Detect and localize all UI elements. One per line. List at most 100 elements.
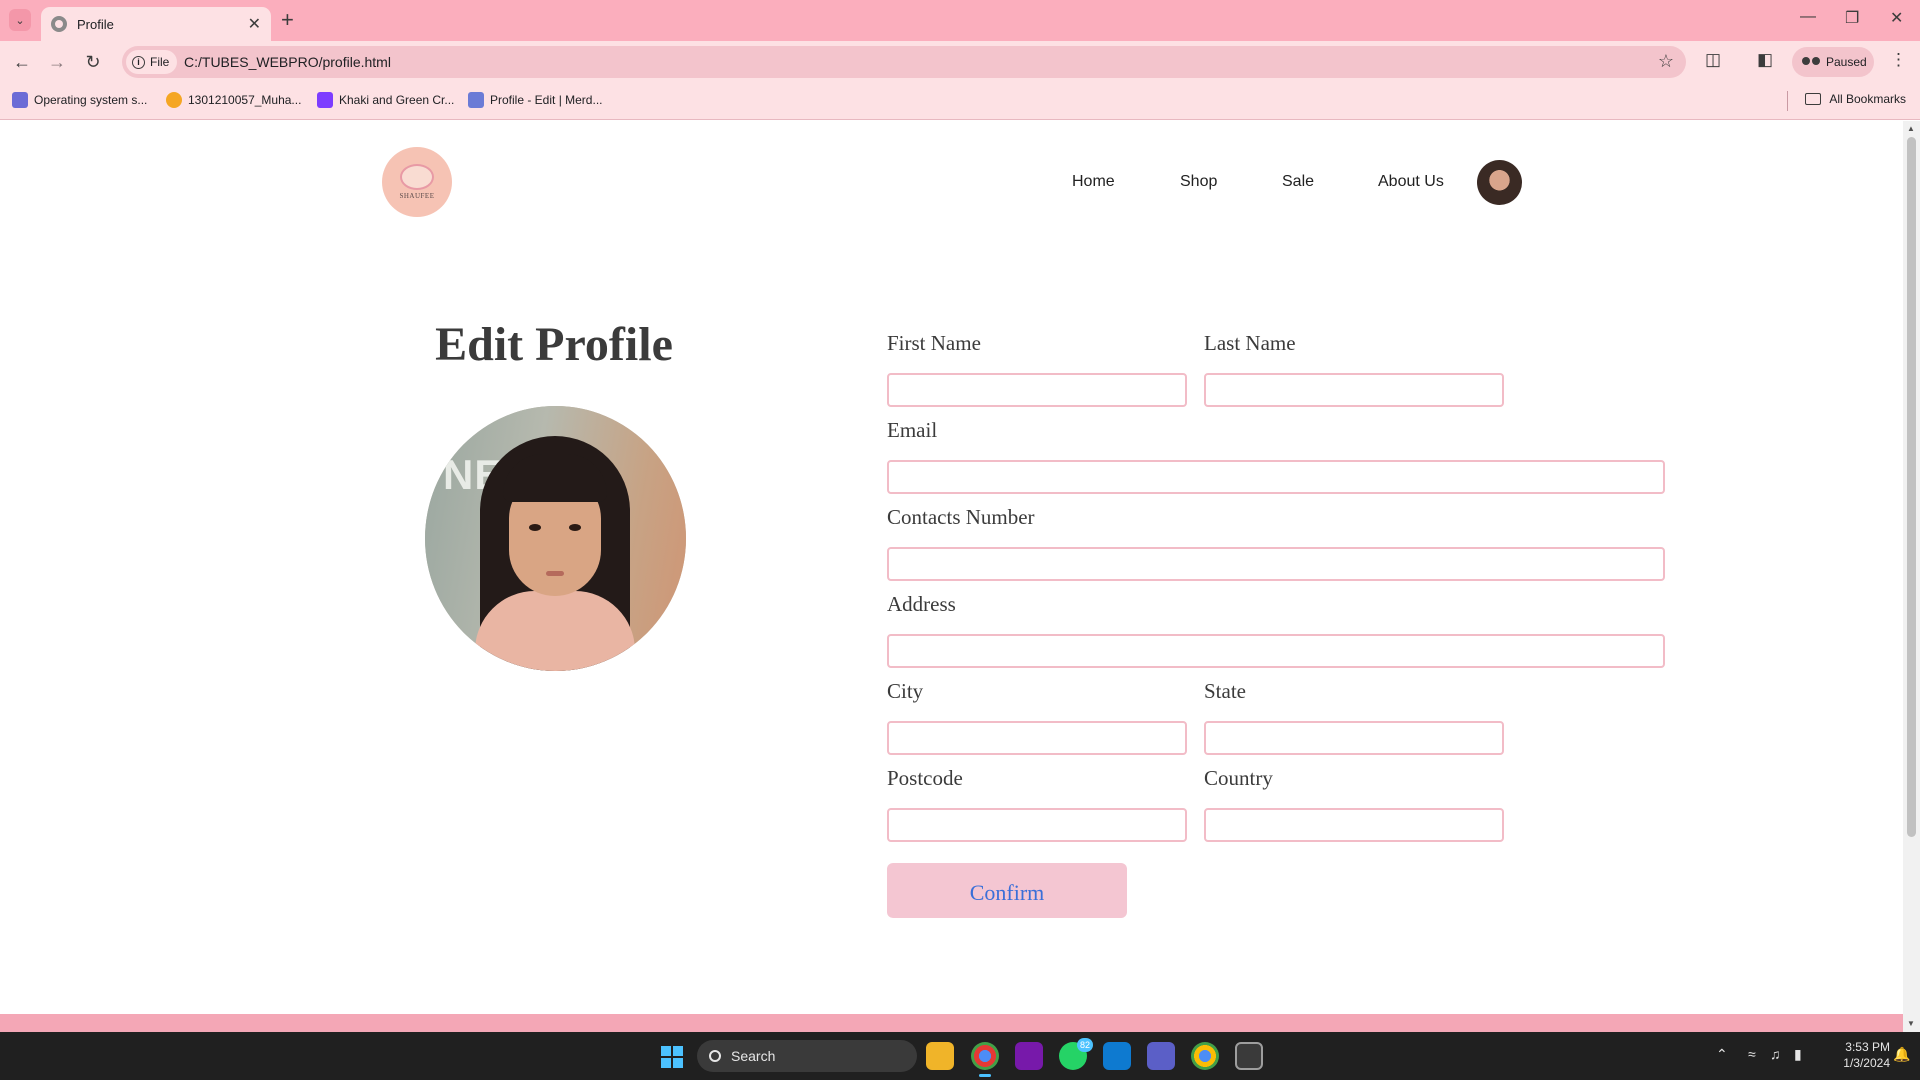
page-title: Edit Profile <box>435 318 673 371</box>
windows-taskbar: Search 82 ⌃ ≈ ♫ ▮ 3:53 PM 1/3/2024 🔔 <box>0 1032 1920 1080</box>
user-avatar[interactable] <box>1477 160 1522 205</box>
page-scrollbar[interactable]: ▲ ▼ <box>1903 121 1920 1032</box>
whatsapp-icon[interactable]: 82 <box>1059 1038 1093 1070</box>
first-name-label: First Name <box>887 331 981 355</box>
side-panel-icon[interactable]: ◧ <box>1757 50 1773 70</box>
profile-button[interactable]: Paused <box>1792 47 1874 77</box>
chrome-profile-icon[interactable] <box>1191 1042 1219 1070</box>
bookmarks-divider <box>1787 91 1788 111</box>
site-logo[interactable]: SHAUFEE <box>382 147 452 217</box>
email-label: Email <box>887 418 938 442</box>
browser-tab-bar: ⌄ Profile ✕ + — ❐ ✕ <box>0 0 1920 41</box>
bookmark-label: Operating system s... <box>34 93 148 107</box>
bookmark-item[interactable]: Profile - Edit | Merd... <box>468 92 602 108</box>
minimize-icon[interactable]: — <box>1800 8 1816 26</box>
browser-tab-profile[interactable]: Profile ✕ <box>41 7 271 41</box>
last-name-label: Last Name <box>1204 331 1296 355</box>
extensions-icon[interactable]: ◫ <box>1705 50 1721 70</box>
folder-icon <box>1805 93 1822 105</box>
bookmark-label: Profile - Edit | Merd... <box>490 93 603 107</box>
restore-icon[interactable]: ❐ <box>1845 8 1859 28</box>
country-label: Country <box>1204 766 1273 790</box>
url-text[interactable]: C:/TUBES_WEBPRO/profile.html <box>184 54 391 70</box>
clock-date: 1/3/2024 <box>1843 1056 1890 1070</box>
site-info-label: File <box>150 55 170 69</box>
back-icon[interactable]: ← <box>10 50 34 74</box>
teams-icon[interactable] <box>1147 1042 1175 1070</box>
tab-title: Profile <box>77 16 114 32</box>
onenote-icon[interactable] <box>1015 1042 1043 1070</box>
address-label: Address <box>887 592 956 616</box>
globe-icon <box>51 16 67 32</box>
search-icon <box>709 1050 721 1062</box>
all-bookmarks-label: All Bookmarks <box>1829 92 1906 106</box>
calculator-icon[interactable] <box>1235 1042 1263 1070</box>
footer-band <box>0 1014 1903 1032</box>
notification-bell-icon[interactable]: 🔔 <box>1893 1046 1910 1063</box>
bookmark-favicon-icon <box>317 92 333 108</box>
bookmark-item[interactable]: Khaki and Green Cr... <box>317 92 454 108</box>
address-input[interactable] <box>887 634 1665 668</box>
contacts-number-input[interactable] <box>887 547 1665 581</box>
tab-search-button[interactable]: ⌄ <box>9 9 31 31</box>
tray-overflow-icon[interactable]: ⌃ <box>1716 1046 1728 1063</box>
last-name-input[interactable] <box>1204 373 1504 407</box>
logo-text: SHAUFEE <box>399 192 435 200</box>
reload-icon[interactable]: ↻ <box>81 50 105 74</box>
contacts-number-label: Contacts Number <box>887 505 1035 529</box>
battery-icon[interactable]: ▮ <box>1794 1046 1802 1063</box>
wifi-icon[interactable]: ≈ <box>1748 1046 1756 1062</box>
page-viewport: SHAUFEE Home Shop Sale About Us Edit Pro… <box>0 121 1903 1032</box>
email-input[interactable] <box>887 460 1665 494</box>
whatsapp-badge: 82 <box>1077 1038 1093 1052</box>
bookmark-label: 1301210057_Muha... <box>188 93 302 107</box>
info-icon: i <box>132 55 145 69</box>
bookmarks-bar: Operating system s... 1301210057_Muha...… <box>0 83 1920 120</box>
forward-icon[interactable]: → <box>45 50 69 74</box>
postcode-input[interactable] <box>887 808 1187 842</box>
bookmark-item[interactable]: 1301210057_Muha... <box>166 92 301 108</box>
nav-home[interactable]: Home <box>1072 173 1115 191</box>
new-tab-button[interactable]: + <box>281 8 294 32</box>
volume-icon[interactable]: ♫ <box>1770 1046 1781 1062</box>
bookmark-label: Khaki and Green Cr... <box>339 93 455 107</box>
first-name-input[interactable] <box>887 373 1187 407</box>
confirm-button[interactable]: Confirm <box>887 863 1127 918</box>
bookmark-star-icon[interactable]: ☆ <box>1658 51 1674 72</box>
file-explorer-icon[interactable] <box>926 1042 954 1070</box>
address-bar[interactable]: i File C:/TUBES_WEBPRO/profile.html ☆ <box>122 46 1686 78</box>
city-input[interactable] <box>887 721 1187 755</box>
close-tab-icon[interactable]: ✕ <box>248 14 261 34</box>
chevron-down-icon: ⌄ <box>15 14 25 27</box>
nav-sale[interactable]: Sale <box>1282 173 1314 191</box>
postcode-label: Postcode <box>887 766 963 790</box>
taskbar-search-label: Search <box>731 1048 776 1064</box>
close-window-icon[interactable]: ✕ <box>1890 8 1903 28</box>
clock-time: 3:53 PM <box>1845 1040 1890 1054</box>
country-input[interactable] <box>1204 808 1504 842</box>
taskbar-clock[interactable]: 3:53 PM 1/3/2024 <box>1820 1039 1890 1071</box>
chrome-icon[interactable] <box>971 1042 999 1077</box>
profile-status: Paused <box>1826 55 1867 69</box>
profile-eyes-icon <box>1802 57 1820 67</box>
kebab-menu-icon[interactable]: ⋮ <box>1890 50 1907 70</box>
scroll-thumb[interactable] <box>1907 137 1916 837</box>
bookmark-item[interactable]: Operating system s... <box>12 92 147 108</box>
nav-about-us[interactable]: About Us <box>1378 173 1444 191</box>
nav-shop[interactable]: Shop <box>1180 173 1217 191</box>
profile-photo: NEU <box>425 406 686 671</box>
taskbar-search[interactable]: Search <box>697 1040 917 1072</box>
windows-start-icon[interactable] <box>661 1046 683 1068</box>
bookmark-favicon-icon <box>468 92 484 108</box>
browser-toolbar: ← → ↻ i File C:/TUBES_WEBPRO/profile.htm… <box>0 41 1920 83</box>
state-input[interactable] <box>1204 721 1504 755</box>
vscode-icon[interactable] <box>1103 1042 1131 1070</box>
scroll-up-icon[interactable]: ▲ <box>1907 124 1915 133</box>
scroll-down-icon[interactable]: ▼ <box>1907 1019 1915 1028</box>
site-info-chip[interactable]: i File <box>126 50 178 74</box>
bookmark-favicon-icon <box>166 92 182 108</box>
all-bookmarks-button[interactable]: All Bookmarks <box>1805 92 1906 106</box>
city-label: City <box>887 679 924 703</box>
bookmark-favicon-icon <box>12 92 28 108</box>
logo-emblem-icon <box>400 164 434 190</box>
